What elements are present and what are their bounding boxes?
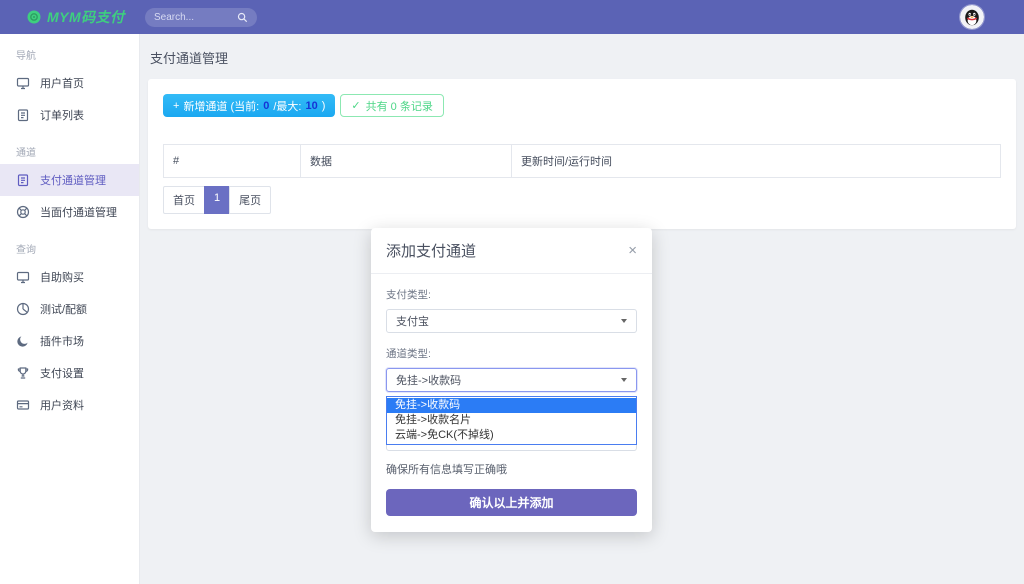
toolbar: +新增通道 (当前: 0/最大: 10) ✓共有 0 条记录	[163, 94, 1001, 117]
records-count-badge[interactable]: ✓共有 0 条记录	[340, 94, 443, 117]
sidebar-item-f2f-channel-mgmt[interactable]: 当面付通道管理	[0, 196, 139, 228]
sidebar-item-payment-settings[interactable]: 支付设置	[0, 357, 139, 389]
sidebar-item-label: 支付通道管理	[40, 172, 106, 188]
pagination-last-button[interactable]: 尾页	[229, 186, 271, 214]
chevron-down-icon	[621, 378, 627, 382]
helper-text: 确保所有信息填写正确哦	[386, 461, 637, 477]
brand-logo-icon	[27, 10, 41, 24]
pie-icon	[16, 302, 30, 316]
sidebar-item-label: 自助购买	[40, 269, 84, 285]
column-header-data: 数据	[301, 145, 512, 178]
pagination-first-button[interactable]: 首页	[163, 186, 205, 214]
search-input[interactable]: Search...	[154, 12, 237, 23]
channel-type-select[interactable]: 免挂->收款码	[386, 368, 637, 392]
chevron-down-icon	[621, 319, 627, 323]
sidebar-item-label: 测试/配额	[40, 301, 87, 317]
top-header: MYM码支付 Search...	[0, 0, 1024, 34]
dropdown-option[interactable]: 免挂->收款名片	[387, 413, 636, 428]
payment-type-label: 支付类型:	[386, 287, 637, 302]
channel-card: +新增通道 (当前: 0/最大: 10) ✓共有 0 条记录 # 数据 更新时间…	[148, 79, 1016, 229]
sidebar-item-label: 用户首页	[40, 75, 84, 91]
sidebar-section-nav: 导航	[0, 34, 139, 67]
payment-type-select[interactable]: 支付宝	[386, 309, 637, 333]
sidebar-item-label: 当面付通道管理	[40, 204, 117, 220]
qq-penguin-icon	[960, 5, 984, 29]
max-count: 10	[305, 100, 317, 112]
clipboard-icon	[16, 173, 30, 187]
plus-icon: +	[173, 100, 179, 112]
pagination-current-page[interactable]: 1	[204, 186, 230, 214]
moon-icon	[16, 334, 30, 348]
brand-logo-text: MYM码支付	[47, 7, 125, 27]
sidebar-item-self-purchase[interactable]: 自助购买	[0, 261, 139, 293]
sidebar-item-payment-channel-mgmt[interactable]: 支付通道管理	[0, 164, 139, 196]
pagination: 首页 1 尾页	[163, 186, 271, 214]
current-count: 0	[263, 100, 269, 112]
dropdown-option[interactable]: 云端->免CK(不掉线)	[387, 428, 636, 443]
sidebar-item-label: 订单列表	[40, 107, 84, 123]
sidebar-section-channel: 通道	[0, 131, 139, 164]
channel-type-dropdown: 免挂->收款码 免挂->收款名片 云端->免CK(不掉线)	[386, 396, 637, 445]
lifering-icon	[16, 205, 30, 219]
sidebar-item-plugin-market[interactable]: 插件市场	[0, 325, 139, 357]
card-icon	[16, 398, 30, 412]
brand-logo[interactable]: MYM码支付	[27, 7, 125, 27]
add-channel-modal: 添加支付通道 × 支付类型: 支付宝 通道类型: 免挂->收款码 免挂->收款码…	[371, 228, 652, 532]
page-title: 支付通道管理	[150, 48, 1016, 67]
sidebar-item-order-list[interactable]: 订单列表	[0, 99, 139, 131]
modal-header: 添加支付通道 ×	[371, 228, 652, 274]
dropdown-area: 免挂->收款码 免挂->收款名片 云端->免CK(不掉线)	[386, 398, 637, 451]
sidebar-section-query: 查询	[0, 228, 139, 261]
modal-body: 支付类型: 支付宝 通道类型: 免挂->收款码 免挂->收款码 免挂->收款名片…	[371, 274, 652, 532]
search-box[interactable]: Search...	[145, 8, 257, 27]
check-icon: ✓	[351, 99, 360, 112]
trophy-icon	[16, 366, 30, 380]
dropdown-option[interactable]: 免挂->收款码	[387, 398, 636, 413]
channels-table: # 数据 更新时间/运行时间	[163, 144, 1001, 178]
channel-type-label: 通道类型:	[386, 346, 637, 361]
sidebar-item-user-home[interactable]: 用户首页	[0, 67, 139, 99]
sidebar-item-test-quota[interactable]: 测试/配额	[0, 293, 139, 325]
sidebar-item-label: 插件市场	[40, 333, 84, 349]
avatar[interactable]	[960, 5, 984, 29]
add-channel-button[interactable]: +新增通道 (当前: 0/最大: 10)	[163, 94, 335, 117]
payment-type-value: 支付宝	[396, 313, 429, 329]
confirm-add-button[interactable]: 确认以上并添加	[386, 489, 637, 516]
search-icon[interactable]	[237, 12, 248, 23]
close-icon[interactable]: ×	[628, 243, 637, 258]
channel-type-value: 免挂->收款码	[396, 372, 461, 388]
table-header-row: # 数据 更新时间/运行时间	[164, 145, 1001, 178]
monitor-icon	[16, 270, 30, 284]
sidebar-item-label: 支付设置	[40, 365, 84, 381]
modal-title: 添加支付通道	[386, 240, 476, 261]
column-header-index: #	[164, 145, 301, 178]
sidebar-item-user-profile[interactable]: 用户资料	[0, 389, 139, 421]
clipboard-icon	[16, 108, 30, 122]
column-header-time: 更新时间/运行时间	[512, 145, 1001, 178]
sidebar-item-label: 用户资料	[40, 397, 84, 413]
monitor-icon	[16, 76, 30, 90]
app-root: MYM码支付 Search... 导航	[0, 0, 1024, 584]
sidebar: 导航 用户首页 订单列表 通道 支付通道管理 当面付通道管理	[0, 34, 140, 584]
